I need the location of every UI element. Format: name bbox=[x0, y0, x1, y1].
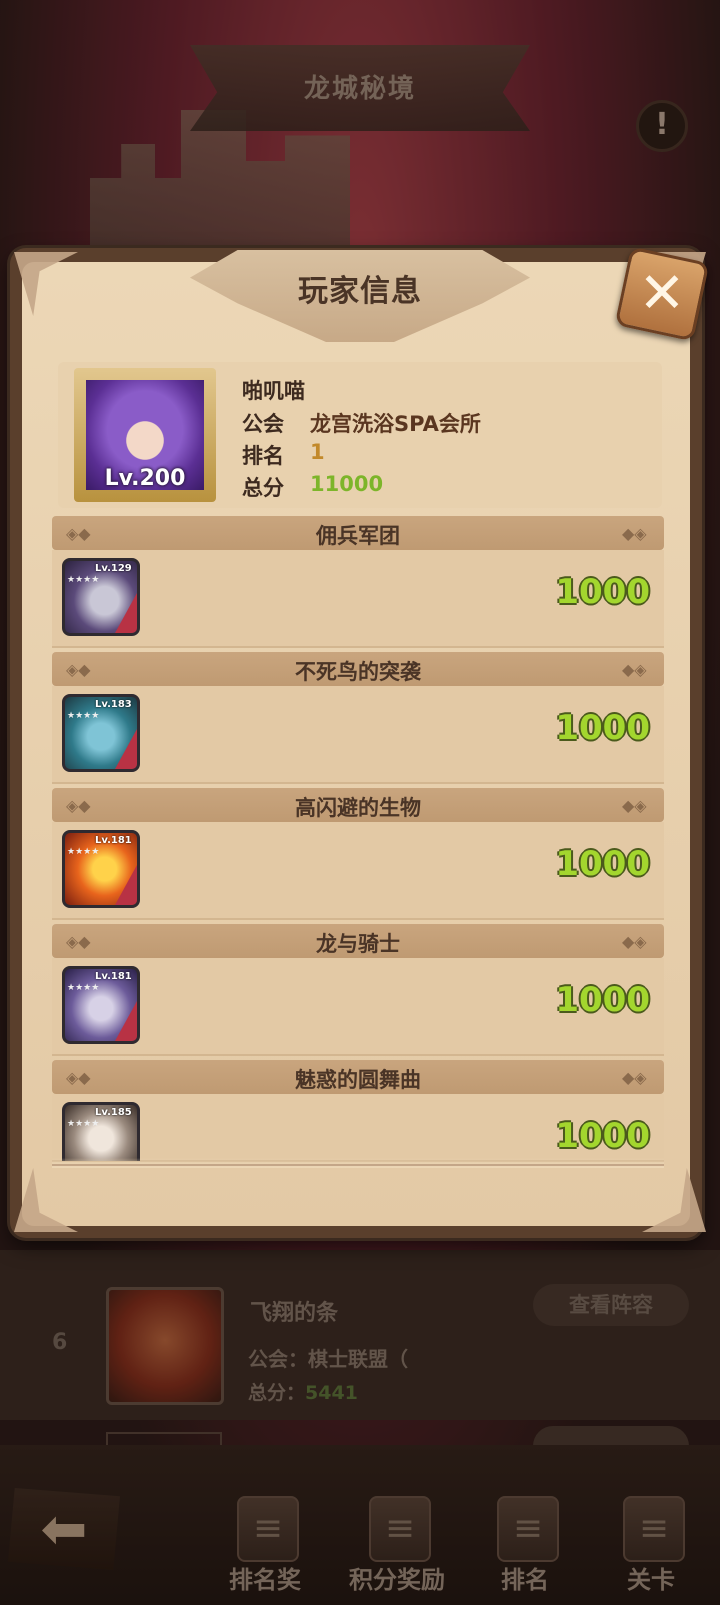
close-button[interactable]: ✕ bbox=[614, 246, 710, 342]
score-label: 总分 bbox=[242, 476, 284, 500]
stage-header: ◈◆ 佣兵军团 ◆◈ bbox=[52, 516, 664, 550]
stage-score: 1000 bbox=[555, 1116, 650, 1156]
stage-score: 1000 bbox=[555, 572, 650, 612]
close-icon[interactable]: ✕ bbox=[625, 257, 699, 331]
stage-score: 1000 bbox=[555, 980, 650, 1020]
hero-avatar[interactable]: Lv.185 ★★★★ bbox=[62, 1102, 140, 1161]
ornament-icon: ◆◈ bbox=[622, 660, 647, 679]
ornament-icon: ◆◈ bbox=[622, 1068, 647, 1087]
stage-title: 不死鸟的突袭 bbox=[295, 660, 421, 684]
hero-corner-badge bbox=[115, 1001, 137, 1041]
hero-corner-badge bbox=[115, 865, 137, 905]
star-icon: ★★★★ bbox=[67, 1119, 100, 1129]
guild-value: 龙宫洗浴SPA会所 bbox=[310, 412, 481, 436]
modal-divider bbox=[52, 1164, 664, 1166]
player-name: 啪叽喵 bbox=[242, 379, 305, 403]
hero-level: Lv.181 bbox=[95, 835, 132, 846]
hero-level: Lv.129 bbox=[95, 563, 132, 574]
hero-avatar[interactable]: Lv.181 ★★★★ bbox=[62, 830, 140, 908]
rank-label: 排名 bbox=[242, 444, 284, 468]
guild-label: 公会 bbox=[242, 412, 284, 436]
stage-title: 佣兵军团 bbox=[316, 524, 400, 548]
ornament-icon: ◆◈ bbox=[622, 796, 647, 815]
star-icon: ★★★★ bbox=[67, 711, 100, 721]
hero-avatar[interactable]: Lv.181 ★★★★ bbox=[62, 966, 140, 1044]
stage-header: ◈◆ 魅惑的圆舞曲 ◆◈ bbox=[52, 1060, 664, 1094]
hero-corner-badge bbox=[115, 593, 137, 633]
hero-level: Lv.181 bbox=[95, 971, 132, 982]
hero-level: Lv.183 bbox=[95, 699, 132, 710]
stage-header: ◈◆ 不死鸟的突袭 ◆◈ bbox=[52, 652, 664, 686]
hero-avatar[interactable]: Lv.183 ★★★★ bbox=[62, 694, 140, 772]
modal-title: 玩家信息 bbox=[298, 274, 422, 309]
star-icon: ★★★★ bbox=[67, 575, 100, 585]
stage-title: 魅惑的圆舞曲 bbox=[295, 1068, 421, 1092]
star-icon: ★★★★ bbox=[67, 847, 100, 857]
hero-level: Lv.185 bbox=[95, 1107, 132, 1118]
stage-score: 1000 bbox=[555, 844, 650, 884]
ornament-icon: ◆◈ bbox=[622, 932, 647, 951]
ornament-icon: ◆◈ bbox=[622, 524, 647, 543]
stage-header: ◈◆ 高闪避的生物 ◆◈ bbox=[52, 788, 664, 822]
player-level: Lv.200 bbox=[104, 466, 186, 491]
stage-title: 龙与骑士 bbox=[316, 932, 400, 956]
star-icon: ★★★★ bbox=[67, 983, 100, 993]
rank-value: 1 bbox=[310, 440, 325, 464]
scroll-fade bbox=[52, 1158, 664, 1168]
hero-corner-badge bbox=[115, 729, 137, 769]
stage-header: ◈◆ 龙与骑士 ◆◈ bbox=[52, 924, 664, 958]
score-value: 11000 bbox=[310, 472, 384, 496]
stage-score: 1000 bbox=[555, 708, 650, 748]
hero-avatar[interactable]: Lv.129 ★★★★ bbox=[62, 558, 140, 636]
stage-title: 高闪避的生物 bbox=[295, 796, 421, 820]
